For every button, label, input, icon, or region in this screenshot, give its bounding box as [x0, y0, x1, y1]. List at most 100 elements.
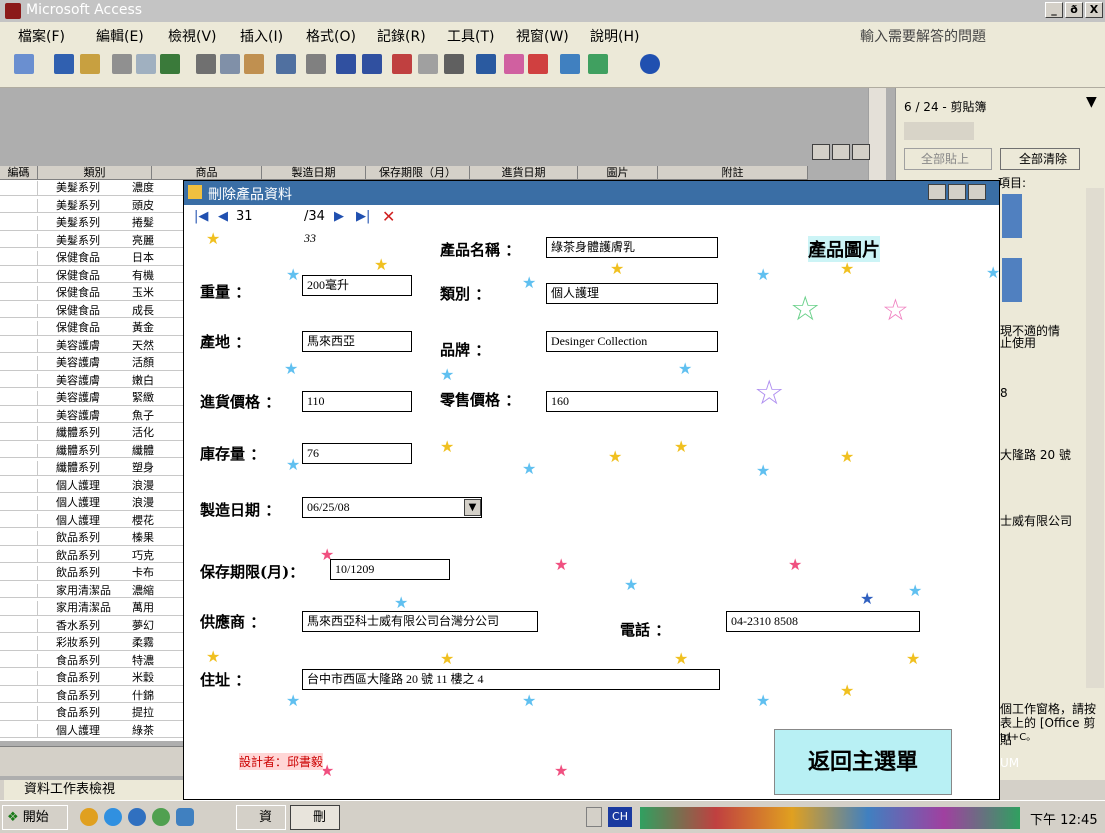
- table-row[interactable]: 飲品系列 榛果: [0, 531, 185, 546]
- print-preview-icon[interactable]: [136, 54, 156, 74]
- database-window-icon[interactable]: [560, 54, 580, 74]
- browser-icon[interactable]: [104, 808, 122, 826]
- row-selector[interactable]: [0, 478, 38, 493]
- new-record-icon[interactable]: [504, 54, 524, 74]
- delete-record-icon[interactable]: [528, 54, 548, 74]
- clipboard-item-icon[interactable]: [1002, 258, 1022, 302]
- phone-field[interactable]: 04-2310 8508: [726, 611, 920, 632]
- row-selector[interactable]: [0, 356, 38, 370]
- filter-by-form-icon[interactable]: [418, 54, 438, 74]
- row-selector[interactable]: [0, 373, 38, 388]
- table-row[interactable]: 彩妝系列 柔霧: [0, 636, 185, 651]
- menu-tools[interactable]: 工具(T): [447, 26, 494, 46]
- row-selector[interactable]: [0, 443, 38, 458]
- task-pane-scrollbar[interactable]: [1086, 188, 1104, 688]
- col-header-code[interactable]: 編碼: [0, 166, 38, 180]
- firefox-icon[interactable]: [80, 808, 98, 826]
- menu-help[interactable]: 說明(H): [590, 26, 639, 46]
- table-row[interactable]: 纖體系列 活化: [0, 426, 185, 441]
- taskbar-item-delete-form[interactable]: 刪: [290, 805, 340, 830]
- row-selector[interactable]: [0, 636, 38, 650]
- shelf-life-field[interactable]: 10/1209: [330, 559, 450, 580]
- clear-all-button[interactable]: 全部清除: [1000, 148, 1080, 170]
- form-close-button[interactable]: [968, 184, 986, 200]
- sort-descending-icon[interactable]: [362, 54, 382, 74]
- return-main-menu-button[interactable]: 返回主選單: [774, 729, 952, 795]
- taskbar-divider-button[interactable]: [586, 807, 602, 827]
- new-object-icon[interactable]: [588, 54, 608, 74]
- row-selector[interactable]: [0, 461, 38, 475]
- menu-view[interactable]: 檢視(V): [168, 26, 217, 46]
- col-header-category[interactable]: 類別: [38, 166, 152, 180]
- close-button[interactable]: X: [1085, 2, 1103, 18]
- start-button[interactable]: ❖ 開始: [2, 805, 68, 830]
- row-selector[interactable]: [0, 653, 38, 668]
- stock-field[interactable]: 76: [302, 443, 412, 464]
- last-record-button[interactable]: ▶|: [356, 209, 370, 224]
- form-restore-button[interactable]: [948, 184, 966, 200]
- row-selector[interactable]: [0, 286, 38, 300]
- table-row[interactable]: 個人護理 綠茶: [0, 723, 185, 739]
- row-selector[interactable]: [0, 706, 38, 720]
- save-icon[interactable]: [54, 54, 74, 74]
- menu-window[interactable]: 視窗(W): [516, 26, 569, 46]
- address-field[interactable]: 台中市西區大隆路 20 號 11 樓之 4: [302, 669, 720, 690]
- table-row[interactable]: 保健食品 玉米: [0, 286, 185, 301]
- table-row[interactable]: 食品系列 提拉: [0, 706, 185, 721]
- table-row[interactable]: 美髮系列 濃度: [0, 181, 185, 196]
- table-row[interactable]: 個人護理 浪漫: [0, 496, 185, 511]
- table-row[interactable]: 美容護膚 魚子: [0, 408, 185, 424]
- restore-button[interactable]: ð: [1065, 2, 1083, 18]
- apply-filter-icon[interactable]: [444, 54, 464, 74]
- clipboard-item-icon[interactable]: [1002, 194, 1022, 238]
- view-icon[interactable]: [14, 54, 34, 74]
- datasheet-minimize-button[interactable]: [812, 144, 830, 160]
- cost-price-field[interactable]: 110: [302, 391, 412, 412]
- copy-icon[interactable]: [220, 54, 240, 74]
- first-record-button[interactable]: |◀: [194, 209, 208, 224]
- media-icon[interactable]: [176, 808, 194, 826]
- origin-field[interactable]: 馬來西亞: [302, 331, 412, 352]
- minimize-button[interactable]: _: [1045, 2, 1063, 18]
- row-selector[interactable]: [0, 531, 38, 545]
- language-indicator[interactable]: CH: [608, 807, 632, 827]
- table-row[interactable]: 食品系列 米穀: [0, 671, 185, 686]
- task-pane-menu-icon[interactable]: ▼: [1086, 94, 1097, 110]
- row-selector[interactable]: [0, 548, 38, 563]
- filter-by-selection-icon[interactable]: [392, 54, 412, 74]
- cut-icon[interactable]: [196, 54, 216, 74]
- mfg-date-combo[interactable]: 06/25/08: [302, 497, 482, 518]
- system-tray-icons[interactable]: [640, 807, 1020, 829]
- row-selector[interactable]: [0, 251, 38, 265]
- row-selector[interactable]: [0, 601, 38, 615]
- row-selector[interactable]: [0, 198, 38, 213]
- menu-format[interactable]: 格式(O): [306, 26, 356, 46]
- prev-record-button[interactable]: ◀: [218, 209, 228, 224]
- delete-record-icon[interactable]: ✕: [382, 207, 395, 226]
- row-selector[interactable]: [0, 321, 38, 335]
- row-selector[interactable]: [0, 338, 38, 353]
- menu-file[interactable]: 檔案(F): [18, 26, 65, 46]
- table-row[interactable]: 家用清潔品 濃縮: [0, 583, 185, 599]
- row-selector[interactable]: [0, 216, 38, 230]
- table-row[interactable]: 美髮系列 捲髮: [0, 216, 185, 231]
- row-selector[interactable]: [0, 233, 38, 248]
- row-selector[interactable]: [0, 671, 38, 685]
- table-row[interactable]: 保健食品 黃金: [0, 321, 185, 336]
- paste-icon[interactable]: [244, 54, 264, 74]
- table-row[interactable]: 食品系列 特濃: [0, 653, 185, 669]
- datasheet-close-button[interactable]: [852, 144, 870, 160]
- form-minimize-button[interactable]: [928, 184, 946, 200]
- table-row[interactable]: 飲品系列 卡布: [0, 566, 185, 581]
- datasheet-hscrollbar[interactable]: [0, 746, 185, 776]
- next-record-button[interactable]: ▶: [334, 209, 344, 224]
- row-selector[interactable]: [0, 303, 38, 318]
- spelling-icon[interactable]: [160, 54, 180, 74]
- taskbar-item-data[interactable]: 資: [236, 805, 286, 830]
- table-row[interactable]: 美髮系列 亮麗: [0, 233, 185, 249]
- retail-price-field[interactable]: 160: [546, 391, 718, 412]
- supplier-field[interactable]: 馬來西亞科士威有限公司台灣分公司: [302, 611, 538, 632]
- table-row[interactable]: 個人護理 浪漫: [0, 478, 185, 494]
- table-row[interactable]: 保健食品 有機: [0, 268, 185, 284]
- print-icon[interactable]: [112, 54, 132, 74]
